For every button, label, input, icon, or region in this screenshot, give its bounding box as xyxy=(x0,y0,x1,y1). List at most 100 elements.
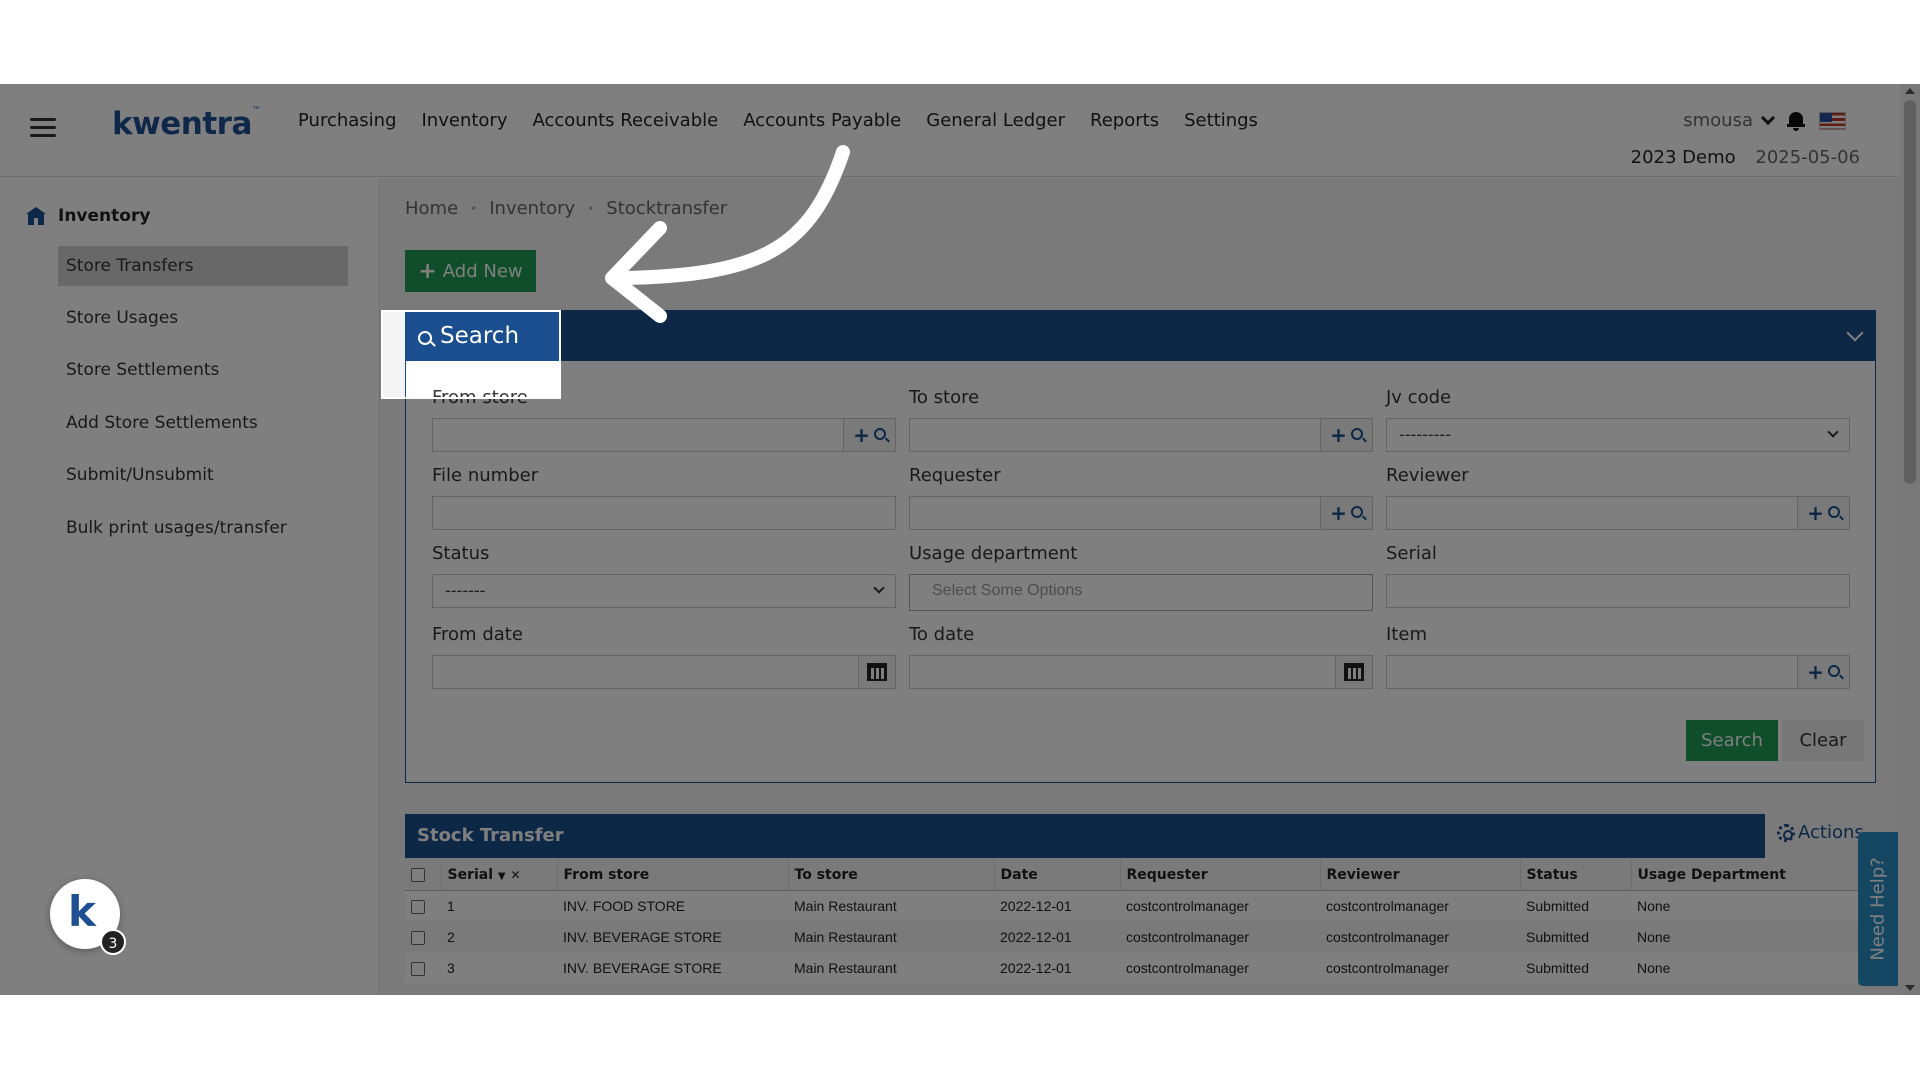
col-date[interactable]: Date xyxy=(994,860,1121,891)
calendar-icon[interactable] xyxy=(858,655,896,689)
breadcrumb: Home • Inventory • Stocktransfer xyxy=(405,198,727,219)
status-select[interactable]: ------- xyxy=(432,574,896,608)
vertical-scrollbar[interactable] xyxy=(1900,84,1920,995)
usage-department-multiselect[interactable]: Select Some Options xyxy=(909,574,1373,611)
stock-transfer-table: Serial ▼ ✕ From store To store Date Requ… xyxy=(405,860,1876,983)
kwentra-logo[interactable]: kwentra™ xyxy=(112,106,261,142)
nav-settings[interactable]: Settings xyxy=(1184,110,1258,131)
table-row[interactable]: 2 INV. BEVERAGE STORE Main Restaurant 20… xyxy=(405,921,1876,952)
select-all-cell xyxy=(405,860,442,891)
cell-status: Submitted xyxy=(1520,952,1631,983)
calendar-icon[interactable] xyxy=(1335,655,1373,689)
clear-sort-icon[interactable]: ✕ xyxy=(510,868,520,882)
table-row[interactable]: 3 INV. BEVERAGE STORE Main Restaurant 20… xyxy=(405,952,1876,983)
clear-button[interactable]: Clear xyxy=(1782,720,1864,761)
nav-purchasing[interactable]: Purchasing xyxy=(298,110,397,131)
chevron-down-icon[interactable] xyxy=(1846,324,1864,342)
from-store-input[interactable]: + xyxy=(432,418,896,452)
add-new-button[interactable]: + Add New xyxy=(405,250,536,292)
jv-code-select[interactable]: --------- xyxy=(1386,418,1850,452)
actions-menu[interactable]: Actions xyxy=(1777,822,1864,843)
kwentra-assistant-button[interactable]: k 3 xyxy=(50,879,126,955)
cell-status: Submitted xyxy=(1520,890,1631,921)
nav-general-ledger[interactable]: General Ledger xyxy=(926,110,1065,131)
sort-desc-icon[interactable]: ▼ xyxy=(498,871,506,882)
working-date: 2025-05-06 xyxy=(1755,147,1860,168)
serial-label: Serial xyxy=(1386,543,1437,564)
hamburger-menu-icon[interactable] xyxy=(30,118,56,138)
to-store-lookup[interactable]: + xyxy=(1320,418,1373,452)
file-number-input[interactable] xyxy=(432,496,896,530)
search-panel-header[interactable]: Search xyxy=(406,311,1875,361)
search-icon xyxy=(1827,665,1840,677)
table-row[interactable]: 1 INV. FOOD STORE Main Restaurant 2022-1… xyxy=(405,890,1876,921)
from-store-label: From store xyxy=(432,387,528,408)
cell-requester: costcontrolmanager xyxy=(1120,890,1320,921)
nav-accounts-receivable[interactable]: Accounts Receivable xyxy=(532,110,718,131)
row-checkbox[interactable] xyxy=(411,961,425,976)
item-input[interactable]: + xyxy=(1386,655,1850,689)
user-menu[interactable]: smousa xyxy=(1683,110,1776,131)
col-status[interactable]: Status xyxy=(1520,860,1632,891)
nav-reports[interactable]: Reports xyxy=(1090,110,1159,131)
us-flag-icon[interactable] xyxy=(1819,111,1846,130)
plus-icon: + xyxy=(418,258,437,284)
from-date-input[interactable] xyxy=(432,655,896,689)
search-icon xyxy=(418,331,432,345)
actions-label: Actions xyxy=(1798,822,1864,843)
breadcrumb-inventory[interactable]: Inventory xyxy=(489,198,575,219)
row-checkbox[interactable] xyxy=(411,899,425,914)
chevron-down-icon xyxy=(1760,110,1776,125)
file-number-label: File number xyxy=(432,465,539,486)
company-name[interactable]: 2023 Demo xyxy=(1631,147,1736,168)
kwentra-k-icon: k xyxy=(68,887,96,936)
warehouse-icon xyxy=(26,207,46,225)
scroll-thumb[interactable] xyxy=(1904,100,1916,484)
from-store-lookup[interactable]: + xyxy=(843,418,896,452)
breadcrumb-separator: • xyxy=(587,201,595,216)
sidebar-item-bulk-print[interactable]: Bulk print usages/transfer xyxy=(58,508,348,548)
cell-requester: costcontrolmanager xyxy=(1120,952,1320,983)
scroll-up-arrow-icon[interactable] xyxy=(1905,88,1915,94)
scroll-down-arrow-icon[interactable] xyxy=(1905,985,1915,991)
search-icon xyxy=(1350,428,1363,440)
nav-inventory[interactable]: Inventory xyxy=(422,110,508,131)
item-lookup[interactable]: + xyxy=(1797,655,1850,689)
chevron-down-icon xyxy=(1827,426,1839,438)
to-date-input[interactable] xyxy=(909,655,1373,689)
sidebar-item-submit-unsubmit[interactable]: Submit/Unsubmit xyxy=(58,455,348,495)
need-help-tab[interactable]: Need Help? xyxy=(1858,832,1898,986)
row-checkbox[interactable] xyxy=(411,930,425,945)
col-usage-department[interactable]: Usage Department xyxy=(1631,860,1876,891)
serial-input[interactable] xyxy=(1386,574,1850,608)
sidebar-item-store-transfers[interactable]: Store Transfers xyxy=(58,246,348,286)
item-label: Item xyxy=(1386,624,1427,645)
search-button[interactable]: Search xyxy=(1686,720,1778,761)
reviewer-label: Reviewer xyxy=(1386,465,1469,486)
cell-from-store: INV. FOOD STORE xyxy=(557,890,788,921)
to-store-input[interactable]: + xyxy=(909,418,1373,452)
nav-accounts-payable[interactable]: Accounts Payable xyxy=(743,110,901,131)
sidebar-title: Inventory xyxy=(58,206,151,226)
col-requester[interactable]: Requester xyxy=(1120,860,1321,891)
reviewer-lookup[interactable]: + xyxy=(1797,496,1850,530)
sidebar-item-add-store-settlements[interactable]: Add Store Settlements xyxy=(58,403,348,443)
cell-status: Submitted xyxy=(1520,921,1631,952)
col-reviewer[interactable]: Reviewer xyxy=(1320,860,1521,891)
sidebar-item-store-usages[interactable]: Store Usages xyxy=(58,298,348,338)
col-from-store[interactable]: From store xyxy=(557,860,789,891)
gear-icon xyxy=(1777,823,1795,842)
bell-icon[interactable] xyxy=(1787,111,1805,131)
sidebar-item-store-settlements[interactable]: Store Settlements xyxy=(58,350,348,390)
col-to-store[interactable]: To store xyxy=(788,860,995,891)
cell-usage-department: None xyxy=(1631,952,1876,983)
add-new-label: Add New xyxy=(442,260,523,282)
reviewer-input[interactable]: + xyxy=(1386,496,1850,530)
requester-lookup[interactable]: + xyxy=(1320,496,1373,530)
requester-input[interactable]: + xyxy=(909,496,1373,530)
col-serial[interactable]: Serial ▼ ✕ xyxy=(441,860,558,891)
breadcrumb-home[interactable]: Home xyxy=(405,198,458,219)
search-icon xyxy=(873,428,886,440)
select-all-checkbox[interactable] xyxy=(411,867,425,882)
cell-serial: 1 xyxy=(441,890,557,921)
